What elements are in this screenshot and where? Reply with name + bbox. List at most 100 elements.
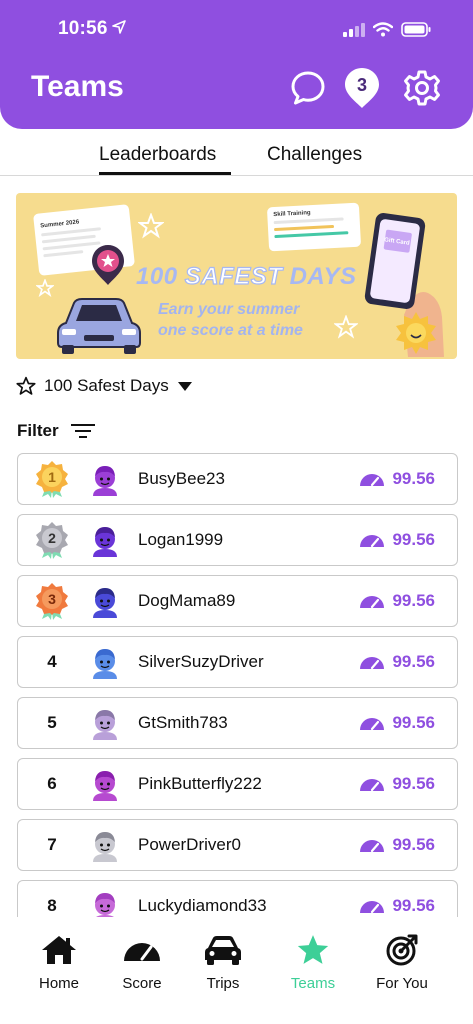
leaderboard-list[interactable]: 1 BusyBee23 99.56 2 Logan1999 99.56 3 DogMama89…	[17, 453, 458, 917]
app-header: 10:56 Teams 3	[0, 0, 473, 129]
speedometer-icon	[360, 718, 385, 731]
challenge-selector-label: 100 Safest Days	[44, 376, 169, 395]
filter-button[interactable]: Filter	[17, 421, 95, 441]
avatar	[90, 769, 120, 801]
medal-icon: 2	[36, 522, 68, 559]
settings-button[interactable]	[402, 68, 442, 108]
avatar	[90, 891, 120, 917]
nav-home-label: Home	[38, 975, 79, 992]
score-number: 99.56	[392, 713, 435, 732]
score-value: 99.56	[359, 469, 435, 489]
target-icon	[386, 934, 418, 966]
avatar	[90, 525, 120, 557]
score-number: 99.56	[392, 591, 435, 610]
rank-medal-silver: 2	[34, 522, 70, 559]
nav-home[interactable]: Home	[14, 933, 104, 992]
rank-number: 3	[48, 591, 56, 607]
speedometer-icon	[360, 840, 385, 853]
filter-lines-icon	[70, 424, 95, 438]
notification-count: 3	[356, 74, 367, 95]
leaderboard-tabs: Leaderboards Challenges	[0, 138, 473, 176]
skill-card-title: Skill Training	[273, 210, 311, 219]
tab-challenges[interactable]: Challenges	[267, 144, 362, 166]
speedometer-icon	[360, 596, 385, 609]
username: Luckydiamond33	[138, 896, 267, 915]
avatar	[90, 586, 120, 618]
banner-title: 100 SAFEST DAYS	[136, 262, 356, 291]
active-tab-indicator	[99, 172, 231, 175]
nav-for-you[interactable]: For You	[357, 933, 447, 992]
page-title: Teams	[31, 70, 124, 103]
username: GtSmith783	[138, 713, 228, 732]
status-bar: 10:56	[0, 0, 473, 58]
star-sparkle-icon	[138, 213, 164, 239]
avatar	[90, 830, 120, 862]
medal-icon: 3	[36, 583, 68, 620]
rank-medal-bronze: 3	[34, 583, 70, 620]
sun-illustration	[396, 312, 436, 354]
speedometer-icon	[360, 474, 385, 487]
username: SilverSuzyDriver	[138, 652, 264, 671]
rank-number: 7	[47, 835, 57, 854]
leaderboard-row[interactable]: 7 PowerDriver0 99.56	[17, 819, 458, 871]
score-number: 99.56	[392, 652, 435, 671]
speedometer-icon	[124, 943, 160, 961]
star-outline-icon	[16, 376, 36, 395]
avatar	[90, 647, 120, 679]
leaderboard-row[interactable]: 3 DogMama89 99.56	[17, 575, 458, 627]
score-value: 99.56	[359, 896, 435, 916]
leaderboard-row[interactable]: 5 GtSmith783 99.56	[17, 697, 458, 749]
nav-trips-label: Trips	[206, 975, 240, 992]
banner-title-word: SAFEST	[184, 262, 283, 290]
score-number: 99.56	[392, 896, 435, 915]
chat-bubble-icon	[291, 71, 325, 105]
score-value: 99.56	[359, 530, 435, 550]
tab-leaderboards[interactable]: Leaderboards	[99, 144, 216, 166]
speedometer-icon	[360, 535, 385, 548]
nav-score[interactable]: Score	[97, 933, 187, 992]
banner-subtitle: Earn your summer one score at a time	[158, 299, 303, 341]
wifi-icon	[373, 22, 393, 37]
banner-subtitle-line2: one score at a time	[158, 322, 303, 339]
checklist-title: Summer 2026	[40, 219, 80, 230]
rank-number: 2	[48, 530, 56, 546]
star-sparkle-icon	[334, 315, 358, 339]
username: PowerDriver0	[138, 835, 241, 854]
banner-subtitle-line1: Earn your summer	[158, 301, 300, 318]
skill-training-card-illustration: Skill Training	[266, 202, 362, 252]
nav-teams[interactable]: Teams	[268, 933, 358, 992]
leaderboard-row[interactable]: 4 SilverSuzyDriver 99.56	[17, 636, 458, 688]
nav-for-you-label: For You	[376, 975, 428, 992]
rank-medal-gold: 1	[34, 461, 70, 498]
banner-title-number: 100	[136, 263, 178, 290]
score-number: 99.56	[392, 835, 435, 854]
leaderboard-row[interactable]: 2 Logan1999 99.56	[17, 514, 458, 566]
score-value: 99.56	[359, 774, 435, 794]
location-arrow-icon	[112, 20, 126, 34]
username: Logan1999	[138, 530, 224, 549]
leaderboard-row[interactable]: 6 PinkButterfly222 99.56	[17, 758, 458, 810]
leaderboard-row[interactable]: 8 Luckydiamond33 99.56	[17, 880, 458, 917]
star-icon	[297, 935, 329, 964]
username: BusyBee23	[138, 469, 225, 488]
challenge-selector-dropdown[interactable]: 100 Safest Days	[16, 376, 193, 396]
chat-button[interactable]	[288, 68, 328, 108]
nav-trips[interactable]: Trips	[178, 933, 268, 992]
star-sparkle-icon	[36, 279, 54, 297]
score-value: 99.56	[359, 591, 435, 611]
car-icon	[205, 936, 241, 965]
nav-teams-label: Teams	[290, 975, 336, 992]
rank-number: 6	[47, 774, 57, 793]
rank-number: 1	[48, 469, 56, 485]
promo-banner[interactable]: Summer 2026 Skill Training Gift Card 100…	[16, 193, 457, 359]
leaderboard-row[interactable]: 1 BusyBee23 99.56	[17, 453, 458, 505]
rank-number: 4	[47, 652, 57, 671]
speedometer-icon	[360, 901, 385, 914]
notifications-badge-button[interactable]: 3	[344, 68, 380, 108]
gear-icon	[404, 70, 440, 106]
score-number: 99.56	[392, 469, 435, 488]
avatar	[90, 464, 120, 496]
medal-icon: 1	[36, 461, 68, 498]
username: DogMama89	[138, 591, 236, 610]
score-number: 99.56	[392, 774, 435, 793]
